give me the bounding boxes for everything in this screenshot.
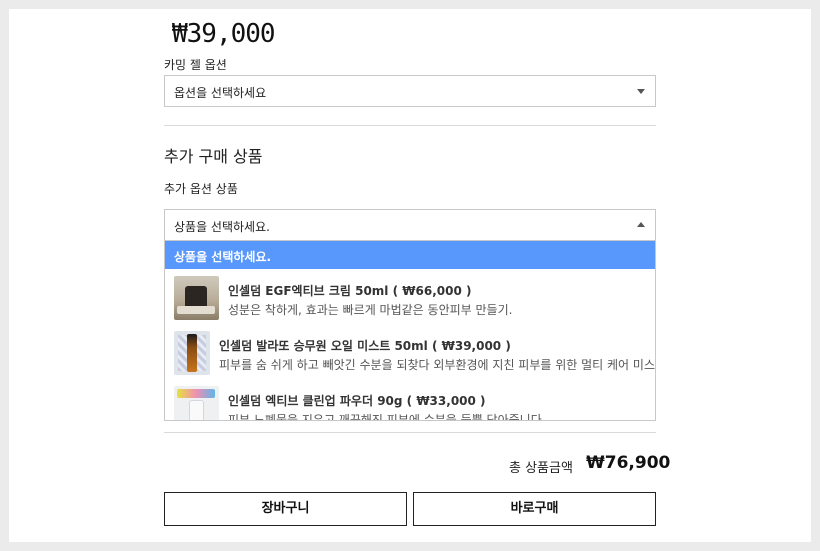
additional-select-value: 상품을 선택하세요. bbox=[174, 220, 270, 234]
additional-section-title: 추가 구매 상품 bbox=[164, 147, 263, 166]
dropdown-placeholder-option[interactable]: 상품을 선택하세요. bbox=[165, 241, 655, 269]
option-description: 피부 노폐물을 지우고 깨끗해진 피부에 수분을 듬뿍 담아줍니다 bbox=[228, 413, 542, 421]
dropdown-option-egf-cream[interactable]: 인셀덤 EGF엑티브 크림 50ml ( ₩66,000 ) 성분은 착하게, … bbox=[165, 269, 655, 324]
dropdown-option-oil-mist[interactable]: 인셀덤 발라또 승무원 오일 미스트 50ml ( ₩39,000 ) 피부를 … bbox=[165, 324, 655, 379]
buy-now-button[interactable]: 바로구매 bbox=[413, 492, 656, 526]
total-price-value: ₩76,900 bbox=[586, 453, 671, 473]
option-description: 피부를 숨 쉬게 하고 빼앗긴 수분을 되찾다 외부환경에 지친 피부를 위한 … bbox=[219, 358, 656, 372]
option-select-value: 옵션을 선택하세요 bbox=[174, 86, 267, 100]
option-title: 인셀덤 발라또 승무원 오일 미스트 50ml ( ₩39,000 ) bbox=[219, 339, 511, 353]
chevron-down-icon bbox=[637, 89, 645, 94]
option-label: 카밍 젤 옵션 bbox=[164, 58, 227, 72]
section-divider bbox=[164, 125, 656, 126]
option-description: 성분은 착하게, 효과는 빠르게 마법같은 동안피부 만들기. bbox=[228, 303, 513, 317]
product-thumbnail bbox=[174, 386, 219, 420]
product-thumbnail bbox=[174, 331, 210, 375]
product-price: ₩39,000 bbox=[172, 19, 276, 49]
add-to-cart-button[interactable]: 장바구니 bbox=[164, 492, 407, 526]
option-select[interactable]: 옵션을 선택하세요 bbox=[164, 75, 656, 107]
additional-option-label: 추가 옵션 상품 bbox=[164, 182, 238, 196]
option-title: 인셀덤 EGF엑티브 크림 50ml ( ₩66,000 ) bbox=[228, 284, 472, 298]
option-title: 인셀덤 엑티브 클린업 파우더 90g ( ₩33,000 ) bbox=[228, 394, 486, 408]
total-divider bbox=[164, 432, 656, 433]
additional-product-select[interactable]: 상품을 선택하세요. bbox=[164, 209, 656, 241]
additional-product-dropdown[interactable]: 상품을 선택하세요. 인셀덤 EGF엑티브 크림 50ml ( ₩66,000 … bbox=[164, 241, 656, 421]
total-price-label: 총 상품금액 bbox=[509, 461, 573, 476]
product-thumbnail bbox=[174, 276, 219, 320]
chevron-up-icon bbox=[637, 222, 645, 227]
dropdown-option-cleanup-powder[interactable]: 인셀덤 엑티브 클린업 파우더 90g ( ₩33,000 ) 피부 노폐물을 … bbox=[165, 379, 655, 421]
